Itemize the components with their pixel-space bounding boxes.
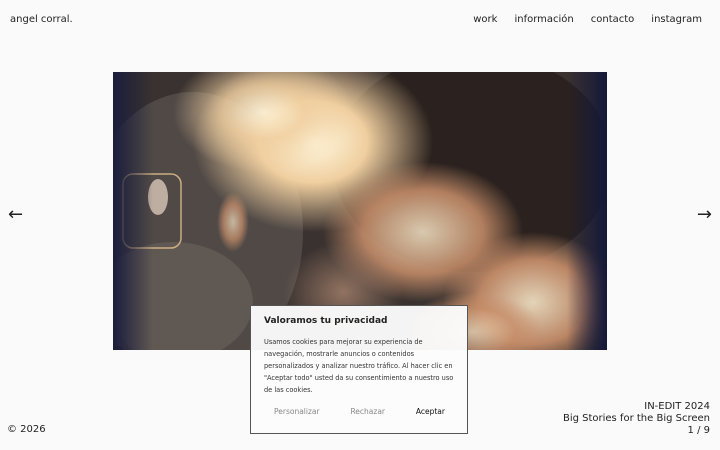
cookie-title: Valoramos tu privacidad [264, 316, 388, 326]
nav-item-informacion[interactable]: información [514, 14, 573, 25]
brand-logo-link[interactable]: angel corral. [10, 14, 73, 25]
reject-button[interactable]: Rechazar [350, 407, 385, 416]
page: angel corral. work información contacto … [0, 0, 720, 450]
cookie-actions: Personalizar Rechazar Aceptar [251, 407, 467, 416]
cookie-description: Usamos cookies para mejorar su experienc… [264, 338, 454, 394]
nav-item-work[interactable]: work [473, 14, 497, 25]
main-nav: work información contacto instagram [473, 14, 702, 25]
prev-arrow-icon[interactable]: ← [8, 206, 23, 224]
customize-button[interactable]: Personalizar [274, 407, 320, 416]
next-arrow-icon[interactable]: → [697, 206, 712, 224]
accept-button[interactable]: Aceptar [416, 407, 445, 416]
nav-item-contacto[interactable]: contacto [591, 14, 635, 25]
footer-copyright: © 2026 [7, 424, 46, 435]
slide-caption-subtitle: Big Stories for the Big Screen [562, 413, 710, 424]
slide-counter: 1 / 9 [687, 425, 710, 436]
slide-caption: IN-EDIT 2024 Big Stories for the Big Scr… [563, 401, 710, 437]
cookie-consent-dialog: Valoramos tu privacidad Usamos cookies p… [250, 305, 468, 434]
nav-item-instagram[interactable]: instagram [651, 14, 702, 25]
slide-caption-title: IN-EDIT 2024 [644, 401, 710, 412]
